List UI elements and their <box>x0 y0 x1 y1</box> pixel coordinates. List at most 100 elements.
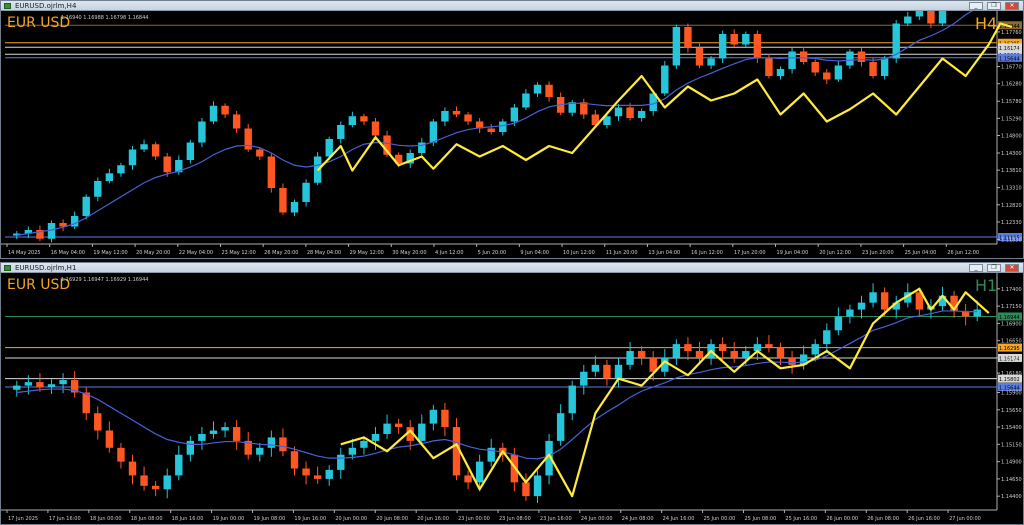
candle-body <box>591 364 600 372</box>
x-tick-label: 9 Jun 04:00 <box>520 250 549 256</box>
restore-button[interactable]: ❐ <box>987 264 1001 272</box>
candle-body <box>418 423 426 441</box>
candle-body <box>128 461 137 476</box>
candle-body <box>279 188 287 213</box>
candle-body <box>371 433 380 441</box>
y-tick-label: 1.13310 <box>1001 186 1022 192</box>
level-price-label: 1.16944 <box>999 315 1020 321</box>
candle-body <box>614 364 623 379</box>
candle-body <box>24 382 33 386</box>
y-tick-label: 1.13810 <box>1001 168 1022 174</box>
candle-body <box>94 181 102 197</box>
y-tick-label: 1.15400 <box>1001 425 1022 431</box>
window-title: EURUSD.ojrlm,H1 <box>15 264 77 272</box>
candle-body <box>533 475 542 497</box>
candle-body <box>59 380 67 385</box>
candle-body <box>742 351 750 358</box>
candle-body <box>256 149 264 157</box>
candle-body <box>788 51 796 69</box>
chart-window-h4: EURUSD.ojrlm,H4 _ ❐ ✕ 1.169441.162951.16… <box>0 0 1024 259</box>
candle-body <box>823 72 831 80</box>
candle-body <box>580 371 588 386</box>
candle-body <box>753 34 762 59</box>
candle-body <box>834 65 843 80</box>
candle-body <box>279 437 287 452</box>
y-tick-label: 1.15290 <box>1001 116 1022 122</box>
x-tick-label: 25 Jun 08:00 <box>745 516 777 522</box>
candle-body <box>209 430 218 434</box>
x-tick-label: 29 May 12:00 <box>350 250 384 256</box>
close-button[interactable]: ✕ <box>1005 264 1019 272</box>
candle-body <box>256 447 264 455</box>
restore-button[interactable]: ❐ <box>987 2 1001 10</box>
x-tick-label: 24 Jun 16:00 <box>663 516 695 522</box>
y-tick-label: 1.16770 <box>1001 65 1022 71</box>
level-price-label: 1.15802 <box>999 377 1020 383</box>
y-tick-label: 1.16650 <box>1001 339 1022 345</box>
candle-body <box>857 302 866 310</box>
candle-body <box>857 51 866 62</box>
candle-body <box>973 309 981 317</box>
minimize-button[interactable]: _ <box>969 264 983 272</box>
y-tick-label: 1.14300 <box>1001 151 1022 157</box>
x-tick-label: 16 Jun 12:00 <box>691 250 723 256</box>
timeframe-label: H4 <box>975 14 997 33</box>
h1-candlestick-chart[interactable]: 1.169441.162951.161741.158021.156441.174… <box>1 273 1023 524</box>
window-titlebar[interactable]: EURUSD.ojrlm,H4 _ ❐ ✕ <box>1 1 1023 11</box>
x-tick-label: 25 Jun 00:00 <box>704 516 736 522</box>
x-tick-label: 20 Jun 16:00 <box>417 516 449 522</box>
x-tick-label: 4 Jun 12:00 <box>435 250 464 256</box>
x-tick-label: 26 Jun 12:00 <box>947 250 979 256</box>
x-tick-label: 13 Jun 04:00 <box>648 250 680 256</box>
chart-window-icon <box>4 3 11 9</box>
y-tick-label: 1.17270 <box>1001 47 1022 53</box>
candle-body <box>221 427 229 431</box>
x-tick-label: 30 May 20:00 <box>392 250 426 256</box>
minimize-button[interactable]: _ <box>969 2 983 10</box>
candle-body <box>846 51 854 66</box>
candle-body <box>938 11 947 24</box>
y-tick-label: 1.16400 <box>1001 356 1022 362</box>
candle-body <box>904 16 912 24</box>
x-tick-label: 19 Jun 08:00 <box>254 516 286 522</box>
y-tick-label: 1.14900 <box>1001 460 1022 466</box>
candle-body <box>718 34 727 59</box>
candle-body <box>765 344 773 348</box>
candle-body <box>163 156 171 173</box>
timeframe-label: H1 <box>975 276 997 295</box>
candle-body <box>140 144 148 150</box>
window-titlebar[interactable]: EURUSD.ojrlm,H1 _ ❐ ✕ <box>1 263 1023 273</box>
candle-body <box>429 409 438 424</box>
x-tick-label: 23 Jun 16:00 <box>540 516 572 522</box>
candle-body <box>661 65 669 94</box>
chart-window-icon <box>4 265 11 271</box>
candle-body <box>198 433 206 441</box>
candle-body <box>82 196 90 216</box>
y-tick-label: 1.12330 <box>1001 220 1022 226</box>
candle-body <box>626 351 634 365</box>
y-tick-label: 1.15650 <box>1001 408 1022 414</box>
x-tick-label: 18 Jun 16:00 <box>172 516 204 522</box>
candle-body <box>337 125 345 139</box>
candle-body <box>232 427 241 441</box>
y-tick-label: 1.16180 <box>1001 371 1022 377</box>
x-tick-label: 16 May 04:00 <box>51 250 85 256</box>
x-tick-label: 17 Jun 20:00 <box>734 250 766 256</box>
y-tick-label: 1.16900 <box>1001 321 1022 327</box>
y-tick-label: 1.15900 <box>1001 391 1022 397</box>
candle-body <box>47 384 56 387</box>
x-tick-label: 14 May 2025 <box>8 250 41 256</box>
candle-body <box>730 351 738 358</box>
candle-body <box>151 144 160 157</box>
candle-body <box>556 413 565 441</box>
candle-body <box>209 105 218 122</box>
candle-body <box>464 114 472 122</box>
candle-body <box>383 423 391 434</box>
candle-body <box>290 202 299 213</box>
h4-candlestick-chart[interactable]: 1.169441.162951.161741.158021.156441.111… <box>1 11 1023 258</box>
candle-body <box>533 84 542 94</box>
close-button[interactable]: ✕ <box>1005 2 1019 10</box>
candle-body <box>337 454 345 470</box>
candle-body <box>360 116 368 122</box>
x-tick-label: 20 Jun 00:00 <box>335 516 367 522</box>
